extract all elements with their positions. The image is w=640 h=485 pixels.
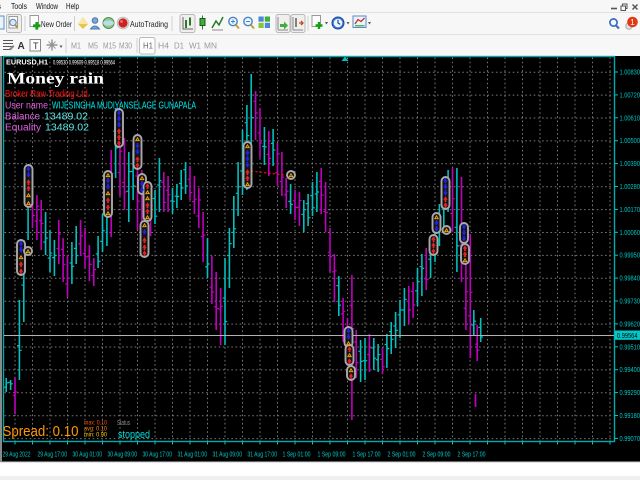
svg-text:0.99564: 0.99564	[617, 331, 638, 340]
svg-text:M1: M1	[71, 42, 81, 51]
svg-text:1.00170: 1.00170	[620, 205, 640, 214]
svg-text:EURUSD,H1: EURUSD,H1	[6, 60, 48, 67]
svg-text:Tools: Tools	[11, 2, 27, 11]
svg-text:30 Aug 09:00: 30 Aug 09:00	[108, 450, 138, 459]
svg-text:0.99530 0.99609 0.99518 0.9956: 0.99530 0.99609 0.99518 0.99564	[53, 60, 115, 67]
svg-text:1.00610: 1.00610	[620, 113, 640, 122]
svg-text:2 Sep 17:00: 2 Sep 17:00	[458, 450, 486, 459]
svg-text:31 Aug 09:00: 31 Aug 09:00	[213, 450, 243, 459]
svg-text:1.00390: 1.00390	[620, 159, 640, 168]
svg-text:AutoTrading: AutoTrading	[130, 19, 168, 29]
svg-text:1 Sep 17:00: 1 Sep 17:00	[353, 450, 381, 459]
svg-text:2 Sep 09:00: 2 Sep 09:00	[423, 450, 451, 459]
svg-text:31 Aug 01:00: 31 Aug 01:00	[178, 450, 208, 459]
svg-text:W1: W1	[189, 42, 202, 51]
svg-text:1.00060: 1.00060	[620, 228, 640, 237]
svg-text:0.99620: 0.99620	[620, 319, 640, 328]
svg-text:M5: M5	[88, 42, 98, 51]
svg-text:s: s	[0, 2, 1, 11]
svg-text:31 Aug 17:00: 31 Aug 17:00	[248, 450, 278, 459]
svg-text:1.00280: 1.00280	[620, 182, 640, 191]
svg-text:T: T	[33, 41, 39, 51]
svg-text:13489.02: 13489.02	[44, 112, 88, 123]
svg-text:min: 0.90: min: 0.90	[84, 433, 108, 439]
svg-text:30 Aug 17:00: 30 Aug 17:00	[143, 450, 173, 459]
svg-text:30 Aug 01:00: 30 Aug 01:00	[73, 450, 103, 459]
svg-text:0.99510: 0.99510	[620, 342, 640, 351]
svg-text:MN: MN	[204, 42, 217, 51]
svg-text:New Order: New Order	[41, 19, 72, 29]
svg-text:Money rain: Money rain	[7, 71, 104, 88]
svg-text:29 Aug 2022: 29 Aug 2022	[3, 450, 31, 459]
svg-text:1.00830: 1.00830	[620, 68, 640, 77]
svg-text:User name: User name	[5, 101, 48, 112]
svg-text:Spread: 0.10: Spread: 0.10	[3, 423, 79, 440]
svg-text:0.99950: 0.99950	[620, 251, 640, 260]
svg-text:Window: Window	[36, 2, 58, 11]
svg-text:Status: Status	[117, 420, 130, 427]
svg-text:1: 1	[630, 18, 635, 27]
svg-text:2 Sep 01:00: 2 Sep 01:00	[388, 450, 416, 459]
svg-text:WIJESINGHA MUDIYANSELAGE GUNA: WIJESINGHA MUDIYANSELAGE GUNAPALA	[52, 101, 196, 112]
svg-text:1.00500: 1.00500	[620, 136, 640, 145]
svg-text:stopped: stopped	[118, 429, 150, 441]
svg-text:0.99180: 0.99180	[620, 411, 640, 420]
svg-text:Broker Raw Trading Ltd.: Broker Raw Trading Ltd.	[5, 89, 90, 100]
svg-text:D1: D1	[174, 42, 185, 51]
svg-text:M30: M30	[119, 42, 132, 51]
svg-text:29 Aug 17:00: 29 Aug 17:00	[38, 450, 68, 459]
svg-text:0.99070: 0.99070	[620, 434, 640, 443]
svg-text:0.99290: 0.99290	[620, 388, 640, 397]
svg-text:H4: H4	[158, 42, 170, 51]
svg-text:13489.02: 13489.02	[45, 123, 89, 134]
svg-text:1.00720: 1.00720	[620, 90, 640, 99]
svg-text:A: A	[18, 41, 25, 52]
svg-text:H1: H1	[143, 42, 154, 51]
svg-text:0.99840: 0.99840	[620, 274, 640, 283]
svg-text:Balance: Balance	[5, 112, 40, 123]
svg-text:0.99730: 0.99730	[620, 297, 640, 306]
svg-text:1 Sep 09:00: 1 Sep 09:00	[318, 450, 346, 459]
svg-text:1 Sep 01:00: 1 Sep 01:00	[283, 450, 311, 459]
svg-text:0.99400: 0.99400	[620, 365, 640, 374]
svg-text:Help: Help	[66, 2, 79, 11]
svg-text:M15: M15	[103, 42, 116, 51]
svg-text:Equality: Equality	[5, 123, 41, 134]
